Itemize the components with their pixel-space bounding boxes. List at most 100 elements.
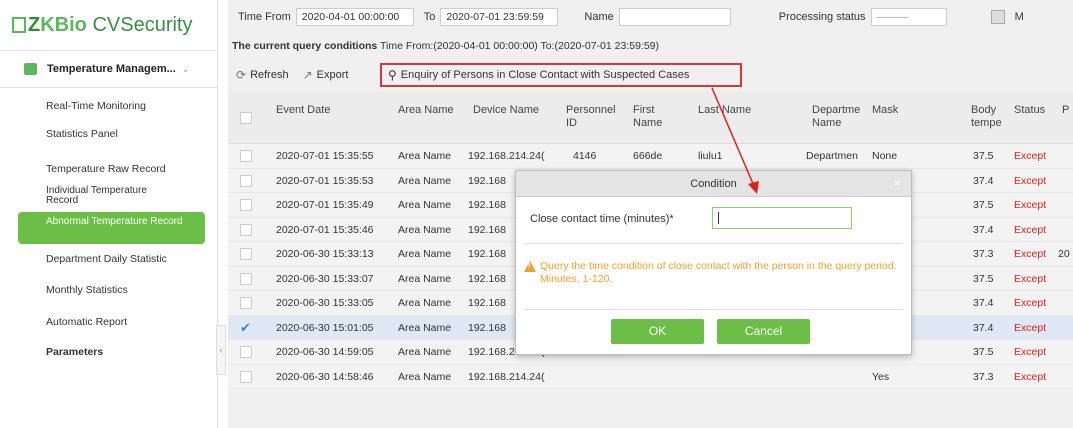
processing-status-select[interactable]: ——— [870,8,947,26]
close-contact-enquiry-button[interactable]: ⚲ Enquiry of Persons in Close Contact wi… [380,63,742,87]
table-header: Event Date Area Name Device Name Personn… [228,92,1073,144]
toolbar: ⟳ Refresh ↗ Export ⚲ Enquiry of Persons … [228,62,1073,88]
chevron-down-icon: ⌄ [181,63,190,74]
cell-status: Except [1014,150,1047,162]
logo-bio: KBio [40,14,87,36]
sidebar-item-parameters[interactable]: Parameters [46,346,103,358]
header-area-name[interactable]: Area Name [398,104,454,117]
header-status[interactable]: Status [1014,104,1045,117]
close-icon[interactable]: × [889,175,905,191]
header-last-name[interactable]: Last Name [698,104,751,117]
cell-event-date: 2020-06-30 15:33:05 [276,297,374,309]
search-icon: ⚲ [388,68,397,82]
thermometer-module-icon [24,63,37,75]
cell-body-temperature: 37.4 [973,321,994,334]
header-personnel-id[interactable]: Personnel ID [566,104,616,130]
export-label: Export [316,69,349,81]
header-department-name[interactable]: Departme Name [812,104,864,130]
cell-area-name: Area Name [398,223,452,236]
cell-status: Except [1014,272,1047,285]
header-body-temperature[interactable]: Body tempe [971,104,1003,130]
module-selector[interactable]: Temperature Managem... ⌄ [0,50,218,88]
close-contact-time-input[interactable] [712,207,852,229]
query-conditions: The current query conditions Time From:(… [232,40,659,52]
header-extra[interactable]: P [1062,104,1069,117]
cell-device-name: 192.168 [468,248,506,260]
ok-button[interactable]: OK [611,319,704,344]
cell-device-name: 192.168 [468,297,506,309]
cell-event-date: 2020-07-01 15:35:53 [276,174,374,187]
to-input[interactable]: 2020-07-01 23:59:59 [440,8,559,26]
cell-body-temperature: 37.5 [973,346,994,358]
cell-body-temperature: 37.5 [973,150,994,162]
header-mask[interactable]: Mask [872,104,898,117]
cell-extra: 20 [1058,248,1070,260]
warning-icon [524,261,536,272]
cell-body-temperature: 37.4 [973,297,994,309]
refresh-icon: ⟳ [236,68,247,82]
cell-body-temperature: 37.4 [973,223,994,236]
cell-device-name: 192.168 [468,223,506,236]
cell-status: Except [1014,223,1047,236]
sidebar-item-monthly-statistics[interactable]: Monthly Statistics [46,284,128,296]
table-row[interactable]: 2020-07-01 15:35:55 Area Name 192.168.214.… [228,144,1073,169]
sidebar-item-statistics-panel[interactable]: Statistics Panel [46,128,118,140]
name-label: Name [584,11,614,23]
header-first-name[interactable]: First Name [633,104,669,130]
module-label: Temperature Managem... [47,63,176,75]
logo-z: Z [28,14,41,36]
cell-device-name: 192.168 [468,321,506,334]
cell-event-date: 2020-07-01 15:35:46 [276,223,374,236]
expand-filter-icon[interactable] [990,10,1005,24]
sidebar-item-individual-temperature-record[interactable]: Individual Temperature Record [46,186,176,206]
cell-event-date: 2020-06-30 14:59:05 [276,346,374,358]
time-from-input[interactable]: 2020-04-01 00:00:00 [295,8,414,26]
cell-personnel-id: 4146 [573,150,597,162]
processing-status-label: Processing status [778,11,866,23]
cell-first-name: 666de [633,150,663,162]
row-checkbox-checked[interactable]: ✔ [240,321,252,334]
cell-status: Except [1014,321,1047,334]
cell-device-name: 192.168.214.24( [468,370,545,383]
select-all-checkbox[interactable] [240,112,252,124]
row-checkbox[interactable] [240,370,252,383]
row-checkbox[interactable] [240,346,252,358]
cell-area-name: Area Name [398,174,452,187]
name-input[interactable] [618,8,731,26]
cell-area-name: Area Name [398,150,452,162]
row-checkbox[interactable] [240,174,252,187]
export-icon: ↗ [302,68,313,82]
row-checkbox[interactable] [240,223,252,236]
sidebar: ZKBio CVSecurity Temperature Managem... … [0,0,218,428]
row-checkbox[interactable] [240,150,252,162]
cell-device-name: 192.168 [468,174,506,187]
sidebar-item-department-daily-statistic[interactable]: Department Daily Statistic [46,253,167,265]
header-event-date[interactable]: Event Date [276,104,330,117]
cell-device-name: 192.168.214.24( [468,150,545,162]
sidebar-item-real-time-monitoring[interactable]: Real-Time Monitoring [46,100,146,112]
row-checkbox[interactable] [240,248,252,260]
cell-event-date: 2020-06-30 15:33:13 [276,248,374,260]
header-device-name[interactable]: Device Name [473,104,539,117]
more-label: M [1014,11,1024,23]
sidebar-item-temperature-raw-record[interactable]: Temperature Raw Record [46,163,166,175]
logo-mark-icon [12,17,26,33]
cancel-button[interactable]: Cancel [717,319,810,344]
dialog-divider [524,243,903,244]
time-from-label: Time From [238,11,291,23]
export-button[interactable]: ↗ Export [303,68,349,82]
close-contact-enquiry-label: Enquiry of Persons in Close Contact with… [400,69,690,81]
app-logo: ZKBio CVSecurity [12,14,192,37]
row-checkbox[interactable] [240,297,252,309]
sidebar-item-abnormal-temperature-record[interactable]: Abnormal Temperature Record [18,212,205,244]
row-checkbox[interactable] [240,272,252,285]
refresh-button[interactable]: ⟳ Refresh [236,68,289,82]
sidebar-collapse-handle[interactable]: ‹ [216,325,226,375]
sidebar-item-automatic-report[interactable]: Automatic Report [46,316,127,328]
logo-rest: CVSecurity [86,14,193,36]
table-row[interactable]: 2020-06-30 14:58:46 Area Name 192.168.214.… [228,364,1073,389]
cell-status: Except [1014,370,1047,383]
cell-area-name: Area Name [398,297,452,309]
row-checkbox[interactable] [240,199,252,211]
cell-event-date: 2020-07-01 15:35:55 [276,150,374,162]
